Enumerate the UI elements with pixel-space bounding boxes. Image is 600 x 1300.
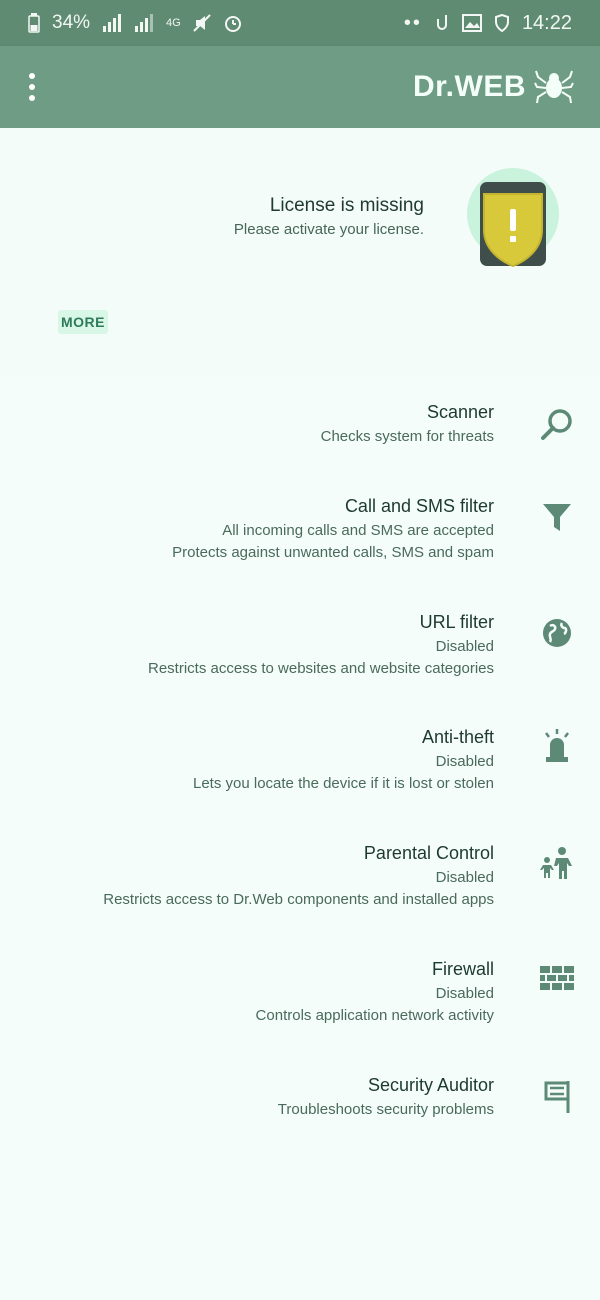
dot-icon	[29, 95, 35, 101]
feature-description: Protects against unwanted calls, SMS and…	[172, 544, 494, 561]
feature-title: Anti-theft	[421, 727, 494, 747]
feature-description: Checks system for threats	[320, 428, 494, 445]
parent-child-icon	[540, 847, 572, 879]
feature-status: Disabled	[435, 869, 494, 886]
feature-anti-theft[interactable]: Anti-theft Disabled Lets you locate the …	[0, 721, 600, 831]
battery-icon	[28, 13, 40, 33]
feature-title: Call and SMS filter	[344, 496, 494, 516]
feature-title: Firewall	[431, 959, 494, 979]
feature-description: Troubleshoots security problems	[277, 1101, 494, 1118]
dot-icon	[29, 73, 35, 79]
status-left: 34% 4G	[28, 12, 243, 34]
search-icon	[541, 409, 572, 440]
license-warning-shield-icon	[467, 168, 559, 268]
alarm-beacon-icon	[545, 729, 569, 762]
feature-title: Security Auditor	[367, 1075, 494, 1095]
feature-firewall[interactable]: Firewall Disabled Controls application n…	[0, 953, 600, 1063]
mute-icon	[193, 14, 211, 32]
drweb-logo: Dr.WEB	[413, 69, 574, 105]
feature-status: Disabled	[435, 753, 494, 770]
feature-description: Lets you locate the device if it is lost…	[193, 775, 494, 792]
license-subtitle: Please activate your license.	[233, 221, 424, 238]
feature-status: Disabled	[435, 985, 494, 1002]
feature-title: Scanner	[426, 402, 494, 422]
link-icon	[436, 15, 447, 30]
flag-icon	[544, 1081, 570, 1113]
feature-description: Restricts access to Dr.Web components an…	[103, 891, 494, 908]
clock: 14:22	[521, 11, 572, 34]
feature-list: Scanner Checks system for threats Call a…	[0, 376, 600, 1300]
more-button[interactable]: MORE	[58, 310, 108, 334]
feature-description: Controls application network activity	[255, 1007, 494, 1024]
spider-logo-icon	[534, 70, 574, 104]
feature-status: Disabled	[435, 638, 494, 655]
feature-scanner[interactable]: Scanner Checks system for threats	[0, 396, 600, 486]
dot-icon	[29, 84, 35, 90]
feature-url-filter[interactable]: URL filter Disabled Restricts access to …	[0, 606, 600, 716]
network-type: 4G	[166, 17, 181, 29]
license-panel: License is missing Please activate your …	[0, 128, 600, 376]
more-notifications-icon: ••	[403, 11, 422, 34]
app-bar: Dr.WEB	[0, 46, 600, 128]
alarm-icon	[224, 16, 241, 32]
feature-security-auditor[interactable]: Security Auditor Troubleshoots security …	[0, 1069, 600, 1159]
feature-title: Parental Control	[363, 843, 494, 863]
shield-status-icon	[494, 14, 509, 32]
brick-wall-icon	[540, 966, 574, 990]
brand-name: Dr.WEB	[412, 70, 526, 103]
feature-parental-control[interactable]: Parental Control Disabled Restricts acce…	[0, 837, 600, 947]
status-right: •• 14:22	[404, 12, 572, 35]
globe-icon	[543, 619, 571, 647]
filter-icon	[543, 504, 571, 531]
gallery-icon	[461, 14, 482, 32]
feature-call-sms-filter[interactable]: Call and SMS filter All incoming calls a…	[0, 490, 600, 600]
signal-icon-2	[135, 14, 154, 32]
feature-status: All incoming calls and SMS are accepted	[222, 522, 494, 539]
status-bar: 34% 4G •• 14:22	[0, 0, 600, 46]
battery-percent: 34%	[52, 12, 91, 33]
license-title: License is missing	[269, 195, 424, 216]
feature-description: Restricts access to websites and website…	[148, 660, 494, 677]
feature-title: URL filter	[419, 612, 494, 632]
overflow-menu-button[interactable]	[22, 67, 42, 107]
signal-icon	[103, 14, 122, 32]
